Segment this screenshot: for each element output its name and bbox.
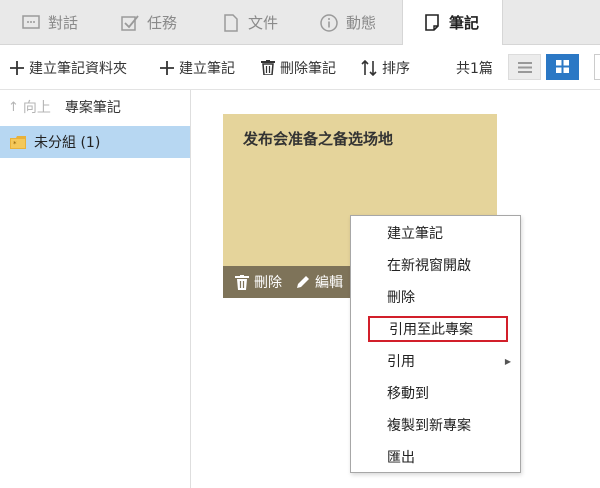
- delete-note-button[interactable]: 刪除筆記: [261, 45, 336, 90]
- folder-item-label: 未分組 (1): [34, 135, 101, 151]
- tab-activity-label: 動態: [346, 14, 377, 32]
- note-delete-label: 刪除: [254, 275, 282, 291]
- folder-item-ungrouped[interactable]: * 未分組 (1): [0, 126, 190, 158]
- menu-item-new-note[interactable]: 建立筆記: [351, 217, 520, 249]
- menu-item-copy-to-new-project[interactable]: 複製到新專案: [351, 409, 520, 441]
- tab-tasks-label: 任務: [147, 14, 178, 32]
- sort-icon: [361, 59, 377, 76]
- new-folder-button[interactable]: 建立筆記資料夾: [10, 45, 127, 90]
- up-button[interactable]: ↑ 向上: [8, 97, 51, 117]
- menu-item-move-to[interactable]: 移動到: [351, 377, 520, 409]
- list-icon: [517, 58, 532, 77]
- tab-notes[interactable]: 筆記: [402, 0, 503, 45]
- menu-item-reference-label: 引用: [387, 354, 415, 370]
- tab-chat-label: 對話: [48, 14, 79, 32]
- list-view-button[interactable]: [508, 54, 541, 80]
- up-label: 向上: [22, 100, 51, 116]
- info-icon: [320, 13, 338, 32]
- trash-icon: [261, 60, 275, 75]
- notes-toolbar: 建立筆記資料夾 建立筆記 刪除筆記 排序 共1篇: [0, 45, 600, 90]
- delete-note-label: 刪除筆記: [280, 60, 336, 77]
- folder-sidebar: ↑ 向上 專案筆記 * 未分組 (1): [0, 90, 191, 488]
- new-folder-label: 建立筆記資料夾: [29, 60, 127, 77]
- grid-view-button[interactable]: [546, 54, 579, 80]
- note-title: 发布会准备之备选场地: [243, 130, 394, 148]
- tab-notes-label: 筆記: [449, 14, 480, 32]
- breadcrumb: ↑ 向上 專案筆記: [0, 90, 191, 124]
- tab-files-label: 文件: [248, 14, 279, 32]
- menu-item-open-new-window[interactable]: 在新視窗開啟: [351, 249, 520, 281]
- note-edit-label: 編輯: [315, 275, 343, 291]
- document-icon: [222, 13, 240, 32]
- sort-label: 排序: [382, 60, 410, 77]
- submenu-arrow-icon: ▶: [504, 356, 511, 366]
- note-delete-button[interactable]: 刪除: [235, 272, 282, 292]
- trash-icon: [235, 274, 249, 290]
- menu-item-export[interactable]: 匯出: [351, 441, 520, 473]
- new-note-button[interactable]: 建立筆記: [160, 45, 235, 90]
- chat-icon: [22, 14, 40, 32]
- new-note-label: 建立筆記: [179, 60, 235, 77]
- menu-item-reference[interactable]: 引用 ▶: [351, 345, 520, 377]
- menu-item-delete[interactable]: 刪除: [351, 281, 520, 313]
- current-folder-title: 專案筆記: [64, 100, 121, 116]
- context-menu: 建立筆記 在新視窗開啟 刪除 引用至此專案 引用 ▶ 移動到 複製到新專案 匯出: [350, 215, 521, 473]
- grid-icon: [556, 58, 569, 77]
- folder-icon: *: [10, 135, 26, 149]
- tab-activity[interactable]: 動態: [320, 0, 376, 45]
- note-icon: [423, 13, 441, 32]
- tab-tasks[interactable]: 任務: [121, 0, 177, 45]
- svg-text:*: *: [13, 140, 17, 148]
- plus-icon: [10, 60, 24, 75]
- module-tab-bar: 對話 任務 文件 動態 筆記: [0, 0, 600, 45]
- note-count: 共1篇: [456, 60, 493, 77]
- tab-files[interactable]: 文件: [222, 0, 278, 45]
- tab-chat[interactable]: 對話: [22, 0, 78, 45]
- plus-icon: [160, 60, 174, 75]
- note-edit-button[interactable]: 編輯: [296, 272, 343, 292]
- search-box-edge[interactable]: [594, 54, 600, 80]
- up-arrow-icon: ↑: [8, 99, 19, 115]
- sort-button[interactable]: 排序: [361, 45, 410, 90]
- menu-item-reference-to-project[interactable]: 引用至此專案: [368, 316, 508, 342]
- pencil-icon: [296, 275, 310, 289]
- task-checkbox-icon: [121, 14, 139, 32]
